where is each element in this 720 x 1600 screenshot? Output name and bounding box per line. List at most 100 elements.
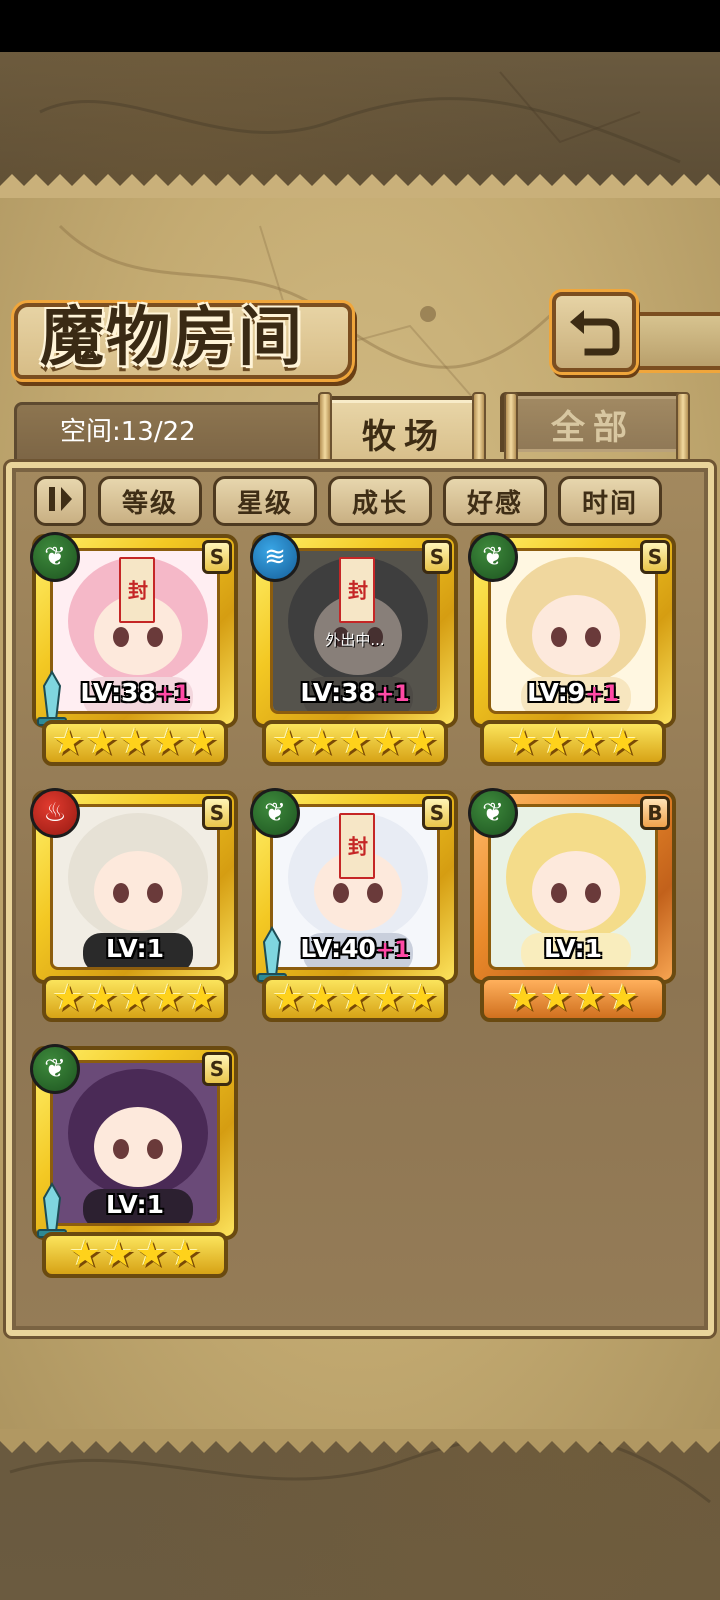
monster-card[interactable]: 封 LV:40+1 ❦ S ★ ★ ★ ★ ★ bbox=[250, 788, 458, 1026]
nature-element-icon: ❦ bbox=[250, 788, 300, 838]
water-element-icon: ≋ bbox=[250, 532, 300, 582]
away-status: 外出中... bbox=[325, 631, 385, 649]
rank-badge: S bbox=[202, 1052, 232, 1086]
star-icon: ★ bbox=[540, 978, 573, 1019]
star-rating: ★ ★ ★ ★ ★ bbox=[42, 720, 228, 766]
monster-card[interactable]: LV:1 ❦ B ★ ★ ★ ★ bbox=[468, 788, 676, 1026]
game-screen: 魔物房间 空间:13/22 牧场 全部 等级 星级 成长 好感 时间 封 LV:3… bbox=[0, 0, 720, 1600]
rank-badge: S bbox=[202, 540, 232, 574]
star-icon: ★ bbox=[102, 1234, 135, 1275]
star-icon: ★ bbox=[152, 978, 185, 1019]
sort-growth-button[interactable]: 成长 bbox=[328, 476, 432, 526]
star-icon: ★ bbox=[85, 978, 118, 1019]
nature-element-icon: ❦ bbox=[30, 1044, 80, 1094]
sort-affection-button[interactable]: 好感 bbox=[443, 476, 547, 526]
tab-post bbox=[472, 392, 486, 466]
monster-level: LV:1 bbox=[543, 934, 603, 963]
star-icon: ★ bbox=[118, 978, 152, 1019]
star-rating: ★ ★ ★ ★ ★ bbox=[262, 720, 448, 766]
monster-portrait: 外出中... 封 LV:38+1 bbox=[270, 548, 440, 714]
star-icon: ★ bbox=[52, 722, 85, 763]
monster-portrait: LV:9+1 bbox=[488, 548, 658, 714]
back-button-rail bbox=[628, 312, 720, 370]
monster-card[interactable]: LV:1 ❦ S ★ ★ ★ ★ bbox=[30, 1044, 238, 1282]
monster-card[interactable]: 封 LV:38+1 ❦ S ★ ★ ★ ★ ★ bbox=[30, 532, 238, 770]
star-icon: ★ bbox=[606, 722, 640, 763]
star-icon: ★ bbox=[405, 722, 438, 763]
nature-element-icon: ❦ bbox=[468, 788, 518, 838]
fire-element-icon: ♨ bbox=[30, 788, 80, 838]
monster-card[interactable]: 外出中... 封 LV:38+1 ≋ S ★ ★ ★ ★ ★ bbox=[250, 532, 458, 770]
star-icon: ★ bbox=[185, 722, 218, 763]
monster-portrait: LV:1 bbox=[50, 1060, 220, 1226]
star-rating: ★ ★ ★ ★ bbox=[42, 1232, 228, 1278]
rank-badge: S bbox=[640, 540, 670, 574]
star-icon: ★ bbox=[135, 1234, 168, 1275]
monster-level: LV:1 bbox=[105, 934, 165, 963]
space-counter: 空间:13/22 bbox=[60, 417, 196, 447]
monster-card[interactable]: LV:9+1 ❦ S ★ ★ ★ ★ bbox=[468, 532, 676, 770]
monster-level: LV:9+1 bbox=[527, 678, 619, 707]
tab-all[interactable]: 全部 bbox=[500, 392, 686, 452]
star-rating: ★ ★ ★ ★ bbox=[480, 976, 666, 1022]
monster-level: LV:1 bbox=[105, 1190, 165, 1219]
sort-level-button[interactable]: 等级 bbox=[98, 476, 202, 526]
star-icon: ★ bbox=[573, 722, 606, 763]
star-icon: ★ bbox=[168, 1234, 202, 1275]
star-icon: ★ bbox=[606, 978, 640, 1019]
rank-badge: S bbox=[422, 796, 452, 830]
monster-level: LV:38+1 bbox=[300, 678, 410, 707]
sort-star-button[interactable]: 星级 bbox=[213, 476, 317, 526]
star-icon: ★ bbox=[85, 722, 118, 763]
monster-portrait: LV:1 bbox=[488, 804, 658, 970]
rank-badge: S bbox=[422, 540, 452, 574]
level-bonus: +1 bbox=[155, 682, 190, 707]
page-title: 魔物房间 bbox=[40, 300, 304, 375]
monster-portrait: LV:1 bbox=[50, 804, 220, 970]
star-icon: ★ bbox=[68, 1234, 102, 1275]
star-rating: ★ ★ ★ ★ ★ bbox=[262, 976, 448, 1022]
monster-level: LV:38+1 bbox=[80, 678, 190, 707]
star-icon: ★ bbox=[506, 978, 540, 1019]
star-icon: ★ bbox=[272, 722, 305, 763]
level-bonus: +1 bbox=[375, 938, 410, 963]
star-icon: ★ bbox=[305, 722, 338, 763]
rank-badge: S bbox=[202, 796, 232, 830]
star-icon: ★ bbox=[405, 978, 438, 1019]
star-icon: ★ bbox=[573, 978, 606, 1019]
sort-time-button[interactable]: 时间 bbox=[558, 476, 662, 526]
star-icon: ★ bbox=[118, 722, 152, 763]
star-icon: ★ bbox=[185, 978, 218, 1019]
star-icon: ★ bbox=[338, 722, 372, 763]
rank-badge: B bbox=[640, 796, 670, 830]
seal-talisman-icon: 封 bbox=[339, 813, 375, 879]
tab-ranch[interactable]: 牧场 bbox=[324, 396, 484, 466]
star-icon: ★ bbox=[52, 978, 85, 1019]
tab-post bbox=[504, 392, 518, 466]
nature-element-icon: ❦ bbox=[468, 532, 518, 582]
star-rating: ★ ★ ★ ★ bbox=[480, 720, 666, 766]
star-icon: ★ bbox=[152, 722, 185, 763]
nature-element-icon: ❦ bbox=[30, 532, 80, 582]
monster-portrait: 封 LV:40+1 bbox=[270, 804, 440, 970]
back-button[interactable] bbox=[552, 292, 636, 372]
seal-talisman-icon: 封 bbox=[339, 557, 375, 623]
tab-post bbox=[318, 392, 332, 466]
star-icon: ★ bbox=[506, 722, 540, 763]
tab-post bbox=[676, 392, 690, 466]
star-icon: ★ bbox=[372, 978, 405, 1019]
level-bonus: +1 bbox=[585, 682, 619, 707]
monster-card[interactable]: LV:1 ♨ S ★ ★ ★ ★ ★ bbox=[30, 788, 238, 1026]
star-icon: ★ bbox=[272, 978, 305, 1019]
star-rating: ★ ★ ★ ★ ★ bbox=[42, 976, 228, 1022]
star-icon: ★ bbox=[305, 978, 338, 1019]
monster-level: LV:40+1 bbox=[300, 934, 410, 963]
sort-order-toggle[interactable] bbox=[34, 476, 86, 526]
seal-talisman-icon: 封 bbox=[119, 557, 155, 623]
sort-order-icon bbox=[45, 484, 75, 518]
star-icon: ★ bbox=[372, 722, 405, 763]
level-bonus: +1 bbox=[375, 682, 410, 707]
status-bar bbox=[0, 0, 720, 52]
star-icon: ★ bbox=[338, 978, 372, 1019]
monster-portrait: 封 LV:38+1 bbox=[50, 548, 220, 714]
